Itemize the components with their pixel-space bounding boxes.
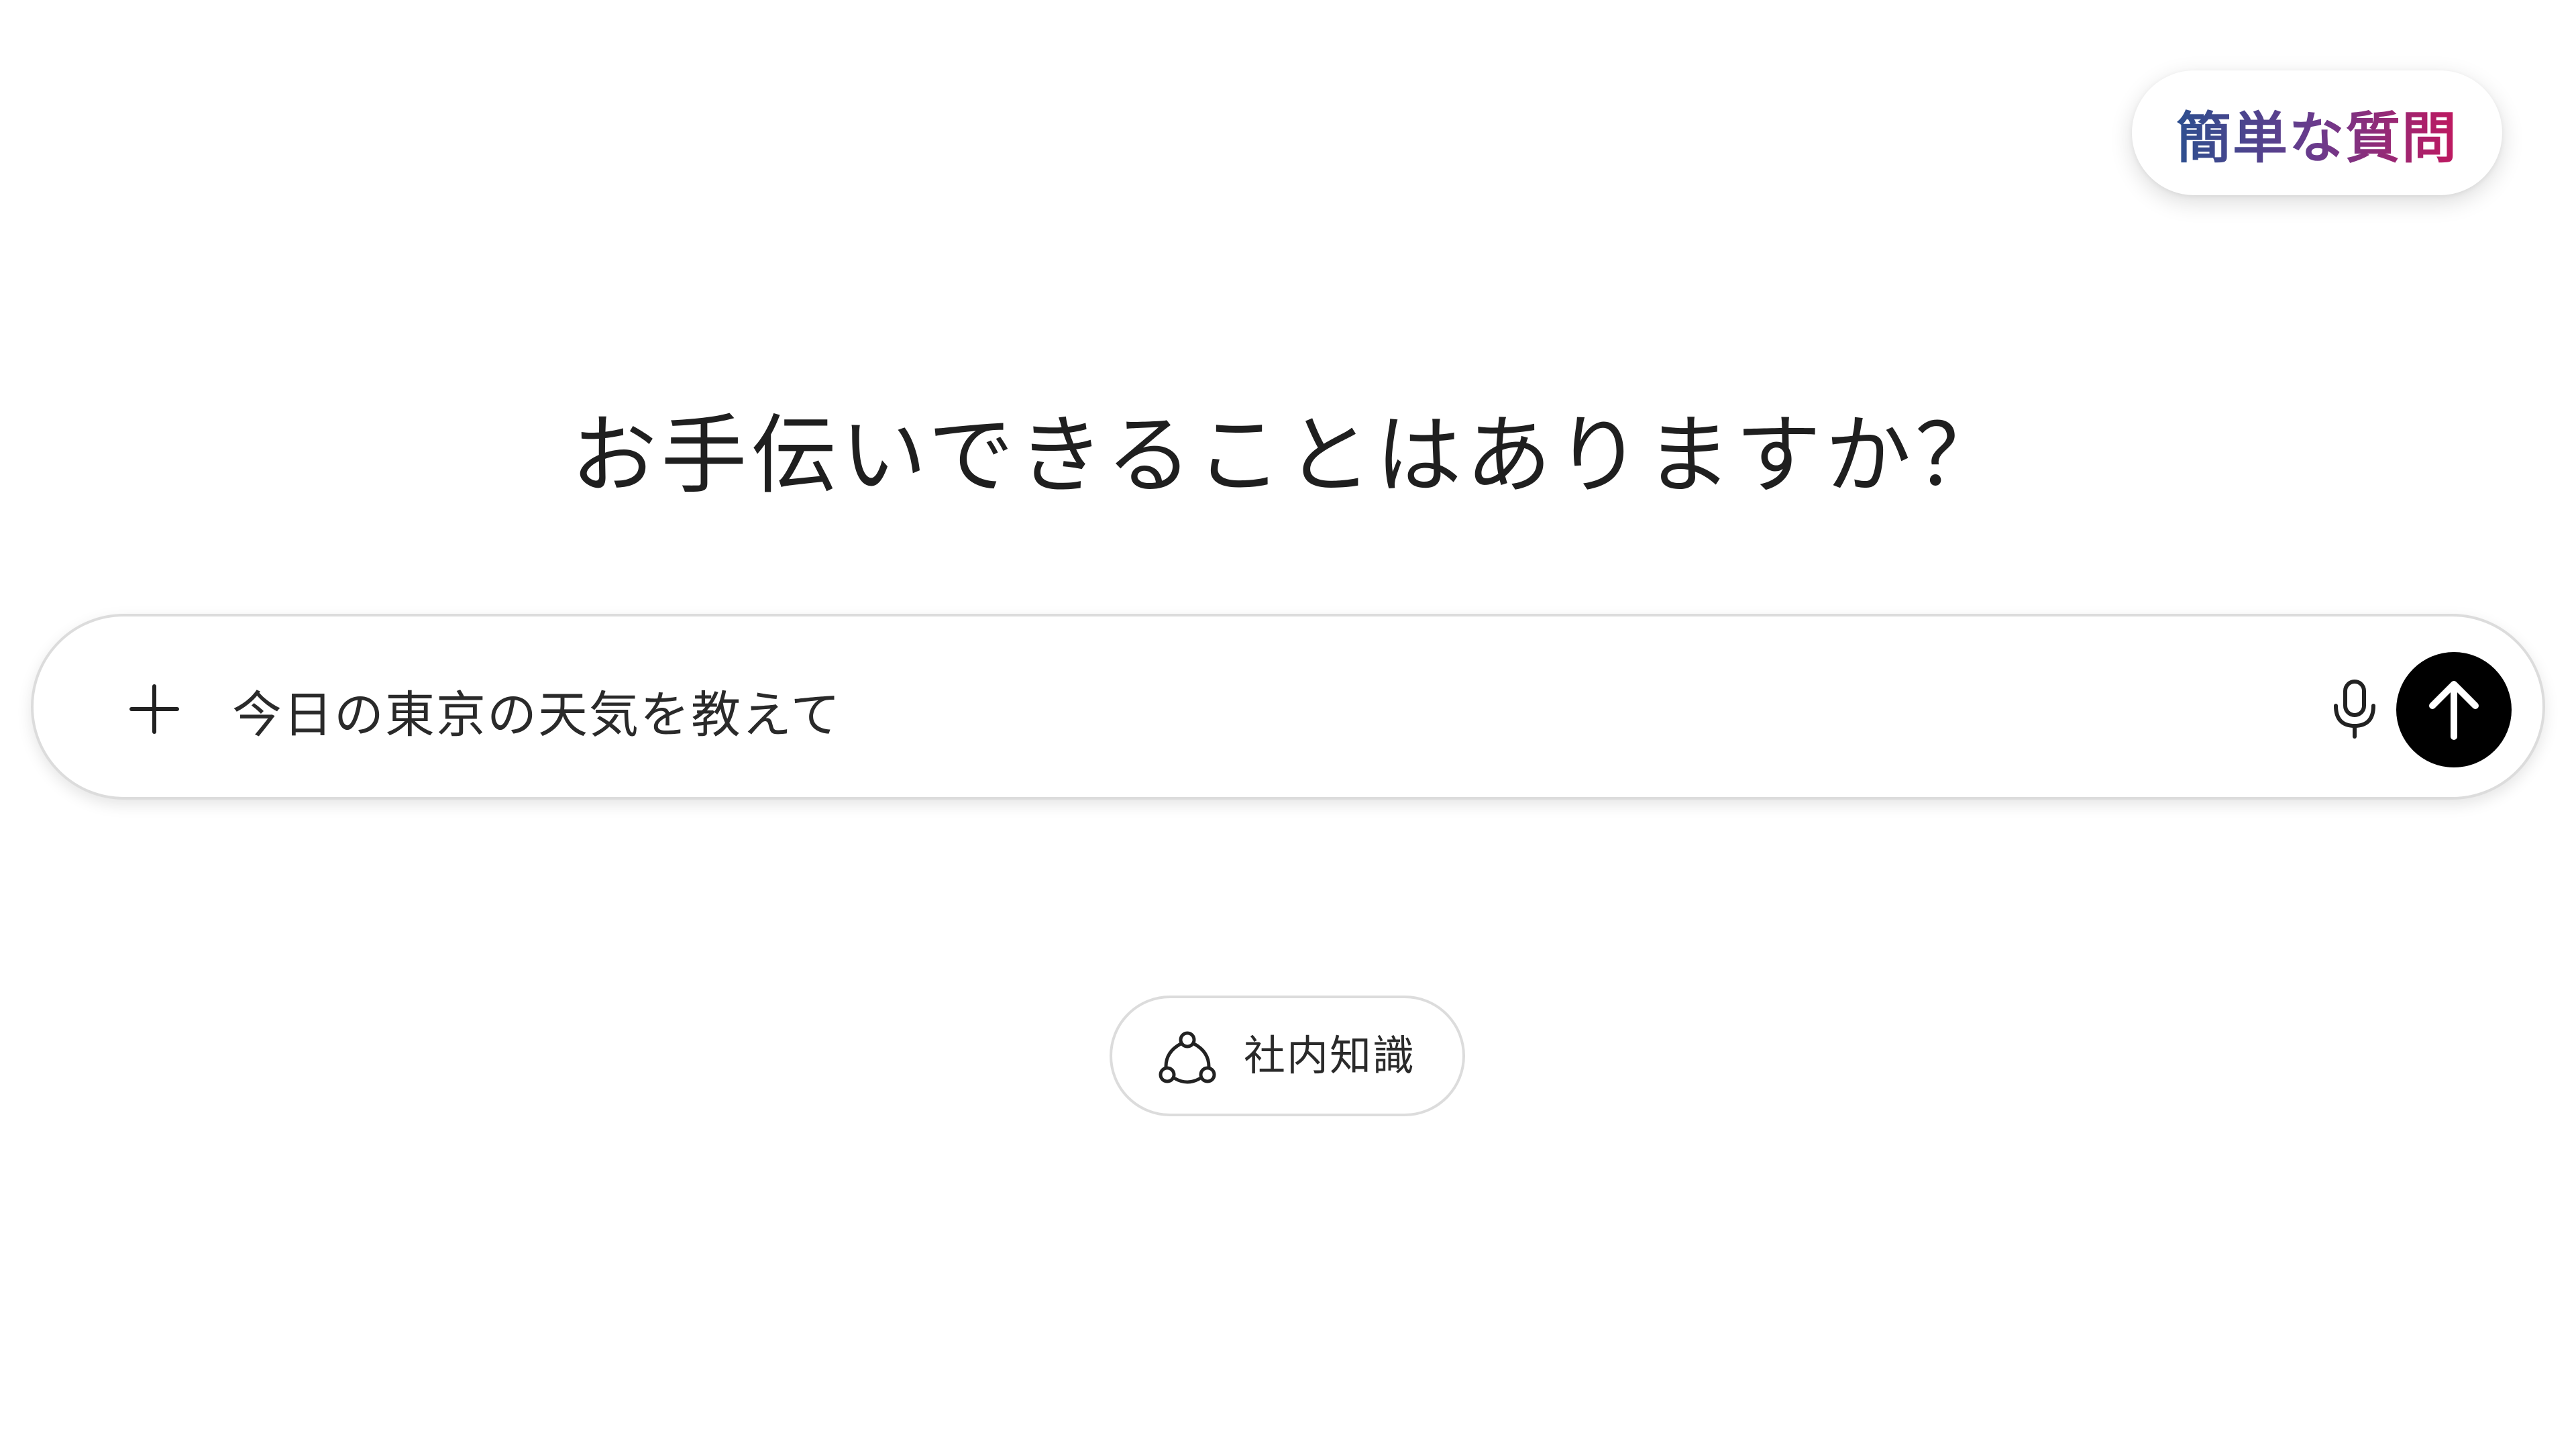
prompt-composer — [31, 614, 2545, 800]
prompt-input[interactable] — [232, 663, 2245, 757]
plus-icon — [129, 684, 179, 734]
microphone-icon — [2334, 680, 2375, 739]
knowledge-network-icon — [1159, 1031, 1216, 1084]
arrow-up-icon — [2429, 681, 2479, 740]
company-knowledge-label: 社内知識 — [1244, 1031, 1416, 1080]
greeting-heading: お手伝いできることはありますか？ — [571, 406, 2005, 506]
mode-badge: 簡単な質問 — [2132, 70, 2502, 195]
mode-badge-label: 簡単な質問 — [2176, 93, 2458, 173]
company-knowledge-chip[interactable]: 社内知識 — [1110, 996, 1465, 1116]
chat-home-screen: 簡単な質問 お手伝いできることはありますか？ 今日の東京の天気を教えて 社内知識 — [0, 0, 2576, 1449]
attach-button[interactable] — [114, 669, 195, 749]
send-button[interactable] — [2396, 652, 2512, 767]
voice-input-button[interactable] — [2314, 669, 2395, 749]
